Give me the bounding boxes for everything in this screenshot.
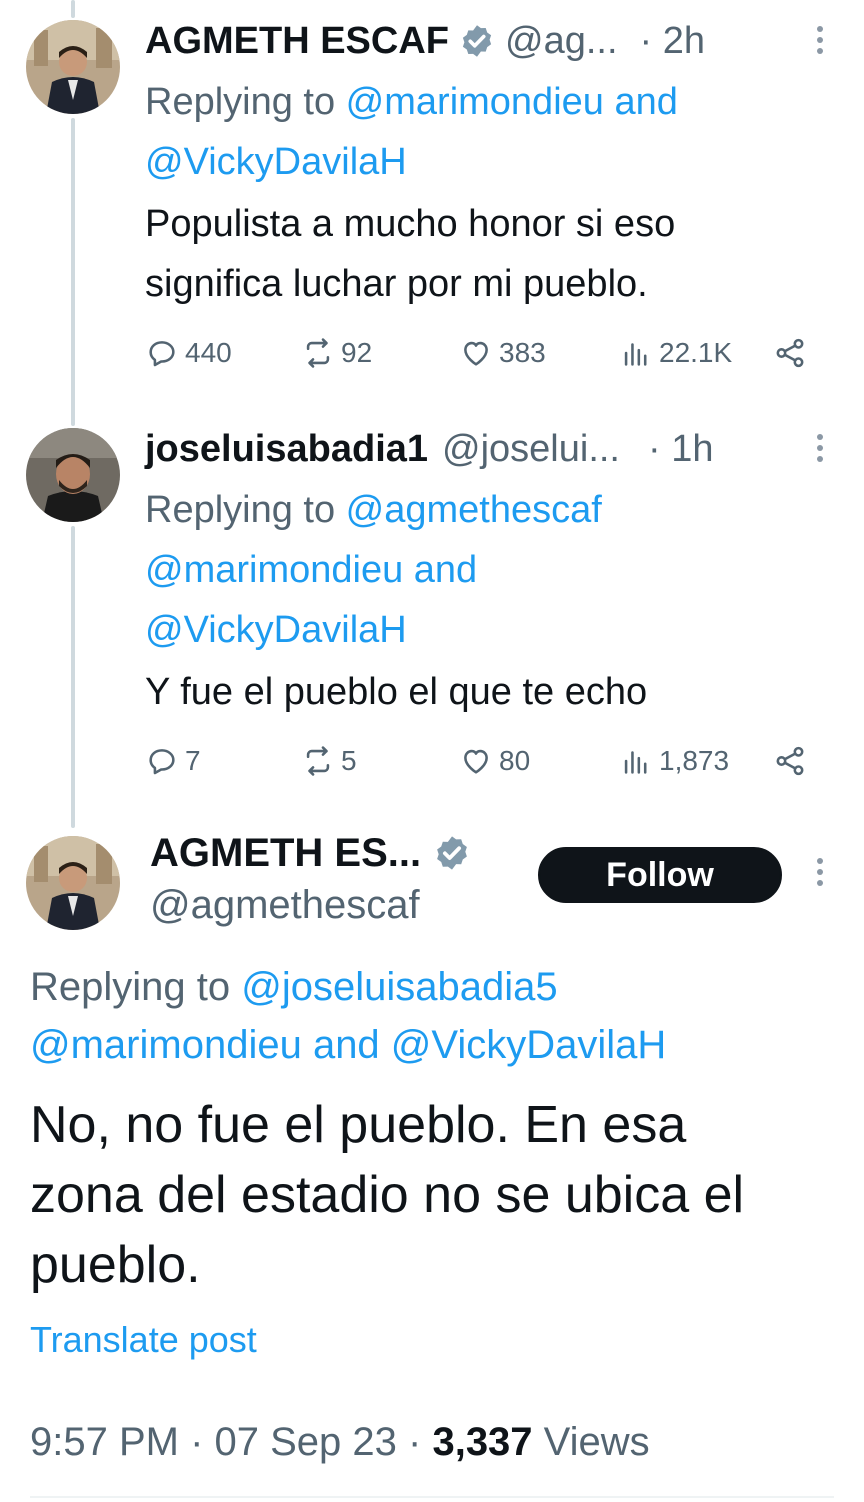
avatar-image — [26, 836, 120, 930]
reply-count: 440 — [185, 337, 232, 368]
share-button[interactable] — [773, 336, 807, 370]
timestamp[interactable]: · 2h — [640, 20, 705, 63]
reply-button[interactable]: 440 — [145, 336, 232, 370]
follow-button[interactable]: Follow — [538, 847, 782, 903]
views-label: Views — [532, 1420, 650, 1464]
like-button[interactable]: 80 — [459, 744, 530, 778]
handle[interactable]: @joselui... — [442, 428, 620, 471]
handle[interactable]: @ag... — [505, 20, 618, 63]
repost-icon — [306, 746, 330, 776]
analytics-icon — [624, 751, 647, 774]
view-count: 22.1K — [659, 337, 733, 368]
repost-count: 5 — [341, 745, 357, 776]
main-handle[interactable]: @agmethescaf — [150, 880, 420, 930]
action-bar: 440 92 383 22.1K — [145, 336, 813, 376]
tweet-meta: 9:57 PM · 07 Sep 23 · 3,337 Views — [30, 1420, 650, 1464]
reply-icon — [149, 749, 175, 775]
tweet-header: AGMETH ESCAF @ag... · 2h — [145, 16, 705, 66]
verified-icon — [437, 836, 468, 870]
mention-link[interactable]: @marimondieu — [30, 1023, 302, 1067]
reply-button[interactable]: 7 — [145, 744, 201, 778]
replying-to: Replying to @marimondieu and @VickyDavil… — [145, 81, 678, 183]
more-options-icon[interactable] — [816, 434, 824, 462]
action-bar: 7 5 80 1,873 — [145, 744, 813, 784]
analytics-icon — [624, 343, 647, 366]
mention-link[interactable]: @VickyDavilaH — [145, 609, 407, 651]
repost-count: 92 — [341, 337, 373, 368]
repost-button[interactable]: 92 — [301, 336, 372, 370]
post-date[interactable]: 07 Sep 23 — [215, 1420, 397, 1464]
share-icon — [776, 746, 804, 776]
post-time[interactable]: 9:57 PM — [30, 1420, 179, 1464]
timestamp[interactable]: · 1h — [648, 428, 713, 471]
divider — [30, 1496, 834, 1498]
tweet-text: Populista a mucho honor si eso significa… — [145, 203, 676, 305]
mention-link[interactable]: @agmethescaf — [346, 489, 602, 531]
reply-count: 7 — [185, 745, 201, 776]
view-count: 1,873 — [659, 745, 730, 776]
mention-link[interactable]: @VickyDavilaH — [391, 1023, 667, 1067]
share-button[interactable] — [773, 744, 807, 778]
tweet-header: joseluisabadia1 @joselui... · 1h — [145, 424, 713, 474]
translate-post-link[interactable]: Translate post — [30, 1318, 257, 1362]
views-count[interactable]: 3,337 — [432, 1420, 532, 1464]
avatar[interactable] — [26, 836, 120, 930]
heart-icon — [464, 341, 488, 366]
like-count: 80 — [499, 745, 531, 776]
mention-link[interactable]: @marimondieu — [346, 81, 604, 123]
display-name[interactable]: AGMETH ESCAF — [145, 20, 449, 63]
display-name[interactable]: joseluisabadia1 — [145, 428, 428, 471]
mention-link[interactable]: @VickyDavilaH — [145, 141, 407, 183]
like-count: 383 — [499, 337, 546, 368]
tweet-text: No, no fue el pueblo. En esa zona del es… — [30, 1096, 745, 1294]
like-button[interactable]: 383 — [459, 336, 546, 370]
tweet-2[interactable]: joseluisabadia1 @joselui... · 1h Replyin… — [0, 424, 864, 814]
mention-link[interactable]: @joseluisabadia5 — [241, 965, 557, 1009]
repost-icon — [306, 338, 330, 368]
more-options-icon[interactable] — [816, 26, 824, 54]
mention-link[interactable]: @marimondieu — [145, 549, 403, 591]
main-display-name[interactable]: AGMETH ES... — [150, 828, 471, 878]
views-button[interactable]: 1,873 — [619, 744, 729, 778]
tweet-text: Y fue el pueblo el que te echo — [145, 671, 648, 713]
verified-icon — [462, 25, 492, 57]
replying-to: Replying to @agmethescaf @marimondieu an… — [145, 489, 602, 651]
replying-to: Replying to @joseluisabadia5 @marimondie… — [30, 965, 667, 1067]
views-button[interactable]: 22.1K — [619, 336, 732, 370]
share-icon — [776, 338, 804, 368]
repost-button[interactable]: 5 — [301, 744, 357, 778]
tweet-1[interactable]: AGMETH ESCAF @ag... · 2h Replying to @ma… — [0, 16, 864, 406]
heart-icon — [464, 749, 488, 774]
reply-icon — [149, 341, 175, 367]
more-options-icon[interactable] — [816, 858, 824, 886]
